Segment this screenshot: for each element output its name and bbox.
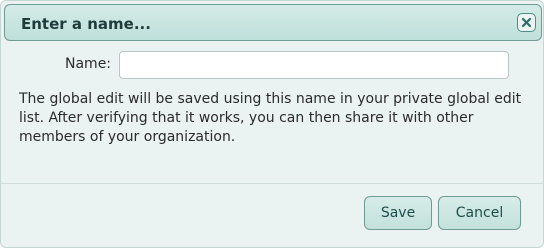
enter-name-dialog: Enter a name... Name: The global edit wi… [0,0,544,248]
close-button[interactable] [517,13,536,32]
dialog-titlebar: Enter a name... [4,4,542,41]
save-button[interactable]: Save [364,196,432,230]
dialog-title: Enter a name... [21,15,151,33]
description-text: The global edit will be saved using this… [19,91,522,145]
close-icon [521,17,532,28]
name-label: Name: [65,56,112,72]
cancel-button[interactable]: Cancel [438,196,521,230]
name-input[interactable] [119,51,509,79]
footer-divider [1,183,543,184]
